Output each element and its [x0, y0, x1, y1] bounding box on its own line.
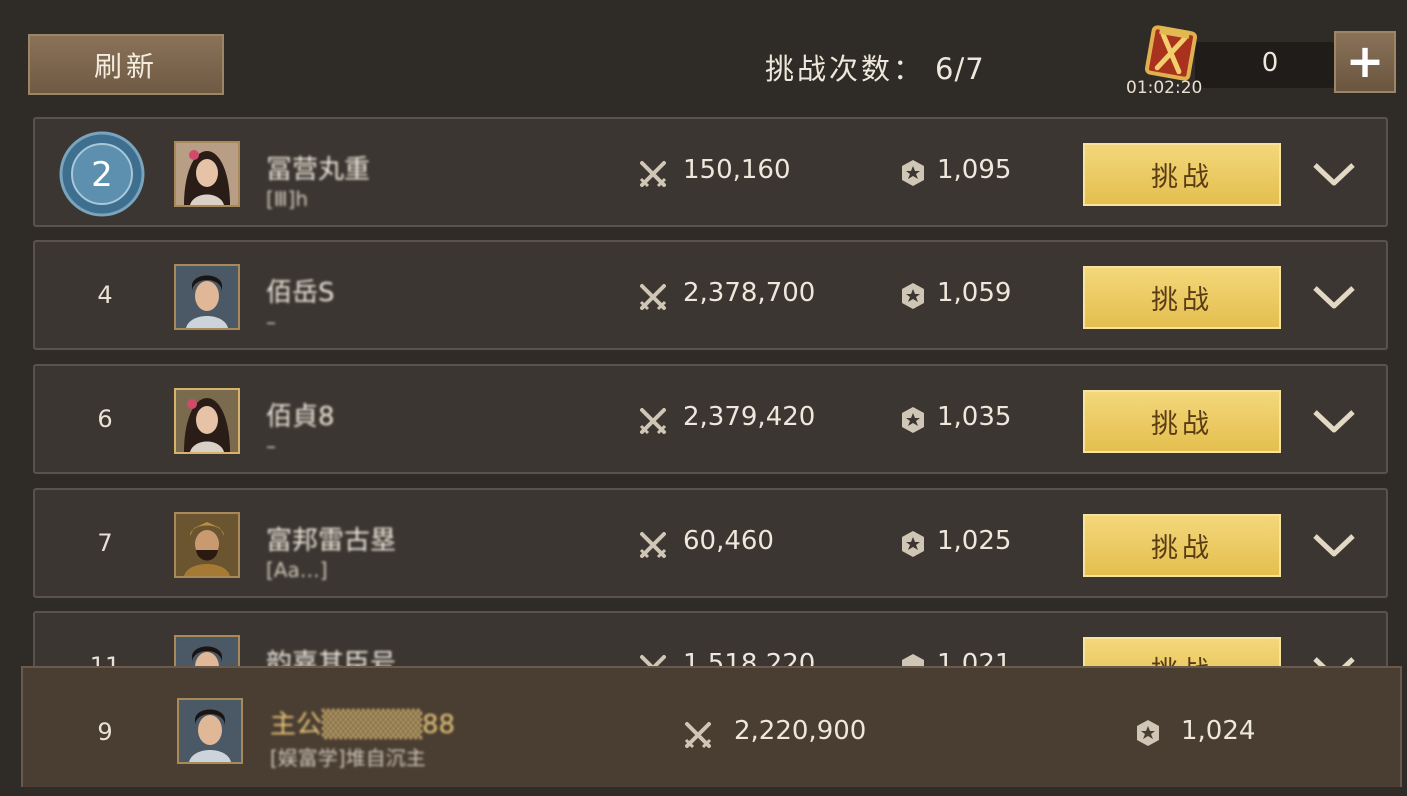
rank-points: 1,095: [937, 155, 1012, 185]
chevron-down-icon[interactable]: [1311, 282, 1357, 312]
my-avatar[interactable]: [177, 698, 243, 764]
rank-points-icon: [902, 283, 924, 309]
challenge-token-icon: [1144, 25, 1198, 81]
combat-power: 2,378,700: [683, 278, 816, 308]
ranking-row: 2 冨营丸重 [Ⅲ]h 150,160 1,095 挑战: [33, 117, 1388, 227]
rank-points: 1,059: [937, 278, 1012, 308]
rank-badge-number: 2: [91, 155, 113, 195]
combat-power: 60,460: [683, 526, 774, 556]
crossed-swords-icon: [639, 408, 667, 435]
player-name: 富邦雷古塁: [266, 526, 397, 556]
rank-number: 4: [97, 281, 113, 309]
crossed-swords-icon: [639, 532, 667, 559]
my-player-guild: [娱富学]堆自沉主: [270, 746, 426, 770]
player-guild: [Aa…]: [266, 558, 328, 582]
player-name: 佰岳S: [266, 278, 335, 308]
rank-points: 1,025: [937, 526, 1012, 556]
combat-power: 150,160: [683, 155, 791, 185]
rank-number: 6: [97, 405, 113, 433]
avatar-portrait-icon: [176, 390, 238, 452]
chevron-down-icon[interactable]: [1311, 159, 1357, 189]
token-count: 0: [1261, 48, 1279, 78]
avatar-portrait-icon: [176, 266, 238, 328]
combat-power: 2,379,420: [683, 402, 816, 432]
challenge-button[interactable]: 挑战: [1083, 514, 1281, 577]
player-avatar[interactable]: [174, 264, 240, 330]
rank-number: 7: [97, 529, 113, 557]
my-rank-points: 1,024: [1181, 716, 1256, 746]
attempts-label: 挑战次数：: [765, 52, 926, 86]
attempts-value: 6/7: [935, 52, 985, 86]
refresh-button[interactable]: 刷新: [28, 34, 224, 95]
avatar-portrait-icon: [179, 700, 241, 762]
player-guild: [Ⅲ]h: [266, 187, 309, 211]
crossed-swords-icon: [639, 284, 667, 311]
crossed-swords-icon: [684, 722, 712, 749]
rank-points: 1,035: [937, 402, 1012, 432]
player-name: 佰貞8: [266, 402, 335, 432]
rank-badge: 2: [59, 131, 145, 217]
challenge-button[interactable]: 挑战: [1083, 143, 1281, 206]
avatar-portrait-icon: [176, 143, 238, 205]
player-avatar[interactable]: [174, 512, 240, 578]
chevron-down-icon[interactable]: [1311, 530, 1357, 560]
rank-points-icon: [1137, 720, 1159, 746]
token-timer: 01:02:20: [1126, 78, 1203, 98]
my-combat-power: 2,220,900: [734, 716, 867, 746]
ranking-row: 7 富邦雷古塁 [Aa…] 60,460 1,025 挑战: [33, 488, 1388, 598]
rank-points-icon: [902, 531, 924, 557]
player-avatar[interactable]: [174, 388, 240, 454]
crossed-swords-icon: [639, 161, 667, 188]
challenge-attempts: 挑战次数： 6/7: [765, 46, 985, 88]
player-avatar[interactable]: [174, 141, 240, 207]
challenge-button[interactable]: 挑战: [1083, 390, 1281, 453]
my-ranking-row: 9 主公▒▒▒▒▒88 [娱富学]堆自沉主 2,220,900 1,024: [21, 666, 1402, 787]
rank-points-icon: [902, 160, 924, 186]
challenge-button[interactable]: 挑战: [1083, 266, 1281, 329]
player-guild: –: [266, 434, 276, 458]
ranking-row: 4 佰岳S – 2,378,700 1,059 挑战: [33, 240, 1388, 350]
ranking-row: 6 佰貞8 – 2,379,420 1,035 挑战: [33, 364, 1388, 474]
top-bar: 刷新 挑战次数： 6/7 0 01:02:20 +: [0, 0, 1407, 110]
player-guild: –: [266, 310, 276, 334]
chevron-down-icon[interactable]: [1311, 406, 1357, 436]
rank-points-icon: [902, 407, 924, 433]
my-rank-number: 9: [97, 718, 113, 746]
avatar-portrait-icon: [176, 514, 238, 576]
player-name: 冨营丸重: [266, 155, 371, 185]
my-player-name: 主公▒▒▒▒▒88: [270, 710, 456, 740]
add-attempts-button[interactable]: +: [1334, 31, 1396, 93]
